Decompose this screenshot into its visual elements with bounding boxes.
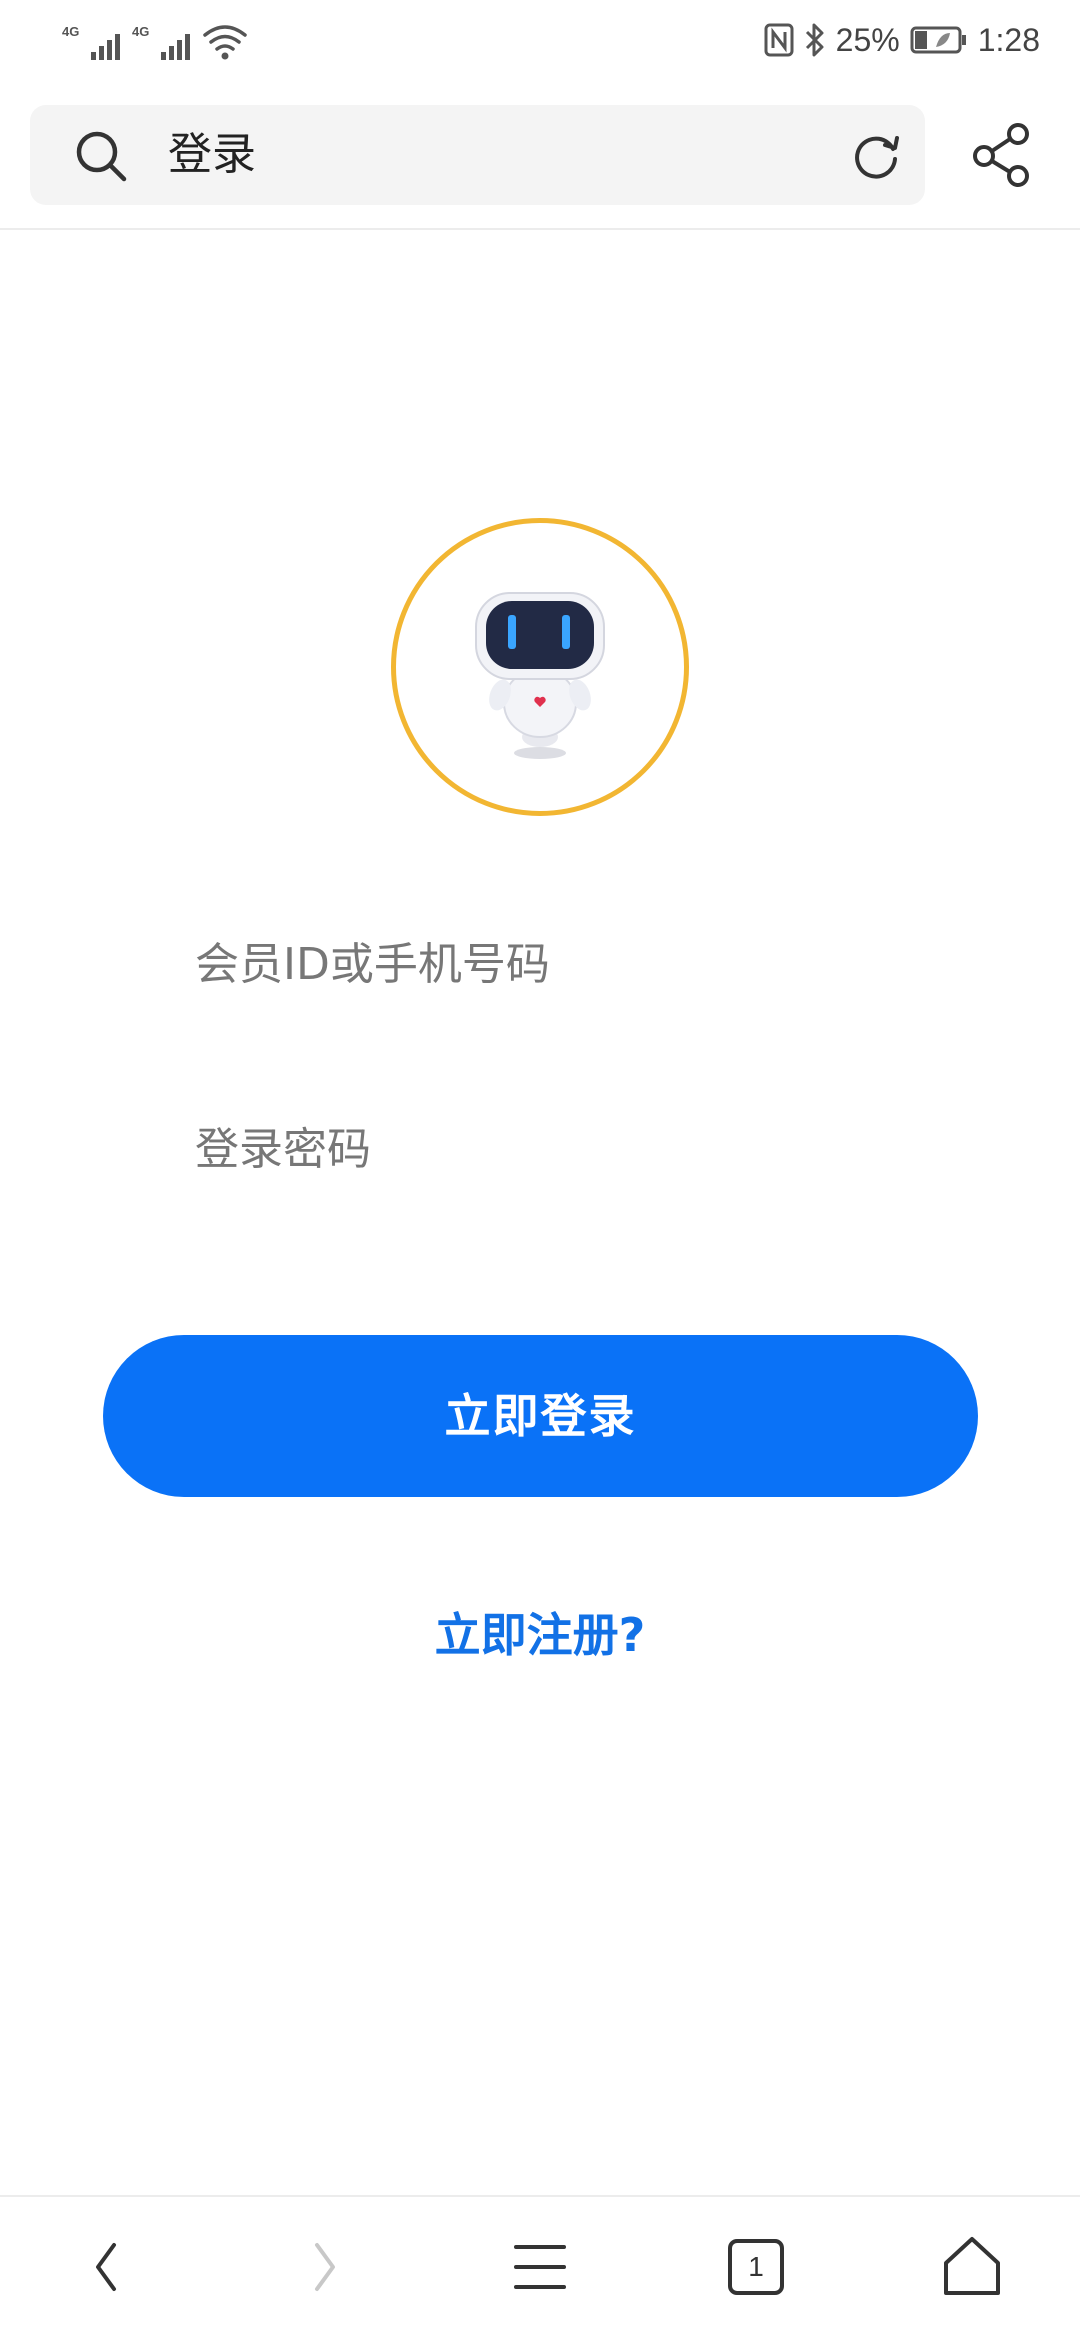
tabs-button[interactable]: 1	[716, 2227, 796, 2307]
signal-icon: 4G	[132, 22, 190, 62]
status-left: 4G 4G	[62, 18, 248, 62]
network-type-label: 4G	[62, 24, 80, 39]
signal-icon: 4G	[62, 22, 120, 62]
status-bar: 4G 4G 25% 1:28	[0, 0, 1080, 80]
tab-count: 1	[748, 2251, 764, 2282]
refresh-icon[interactable]	[849, 129, 903, 183]
browser-toolbar: 登录	[0, 80, 1080, 230]
search-icon	[76, 131, 127, 182]
status-right: 25% 1:28	[764, 14, 1040, 66]
battery-icon	[910, 26, 966, 54]
address-bar[interactable]: 登录	[30, 105, 925, 205]
clock: 1:28	[977, 21, 1040, 58]
nfc-icon	[764, 23, 794, 57]
forward-icon[interactable]	[283, 2227, 363, 2307]
home-icon[interactable]	[932, 2227, 1012, 2307]
robot-mascot-icon	[475, 592, 605, 759]
share-icon[interactable]	[970, 122, 1032, 188]
bluetooth-icon	[805, 23, 824, 57]
account-input[interactable]: 会员ID或手机号码	[195, 925, 895, 1005]
network-type-label: 4G	[132, 24, 150, 39]
battery-percent: 25%	[835, 21, 900, 58]
wifi-icon	[203, 25, 247, 60]
back-icon[interactable]	[68, 2227, 148, 2307]
register-link[interactable]: 立即注册?	[340, 1600, 740, 1670]
page-title: 登录	[168, 129, 256, 180]
bottom-nav: 1	[0, 2195, 1080, 2340]
login-button[interactable]: 立即登录	[103, 1335, 978, 1497]
password-input[interactable]: 登录密码	[195, 1110, 895, 1190]
avatar	[391, 518, 689, 816]
menu-icon[interactable]	[500, 2227, 580, 2307]
